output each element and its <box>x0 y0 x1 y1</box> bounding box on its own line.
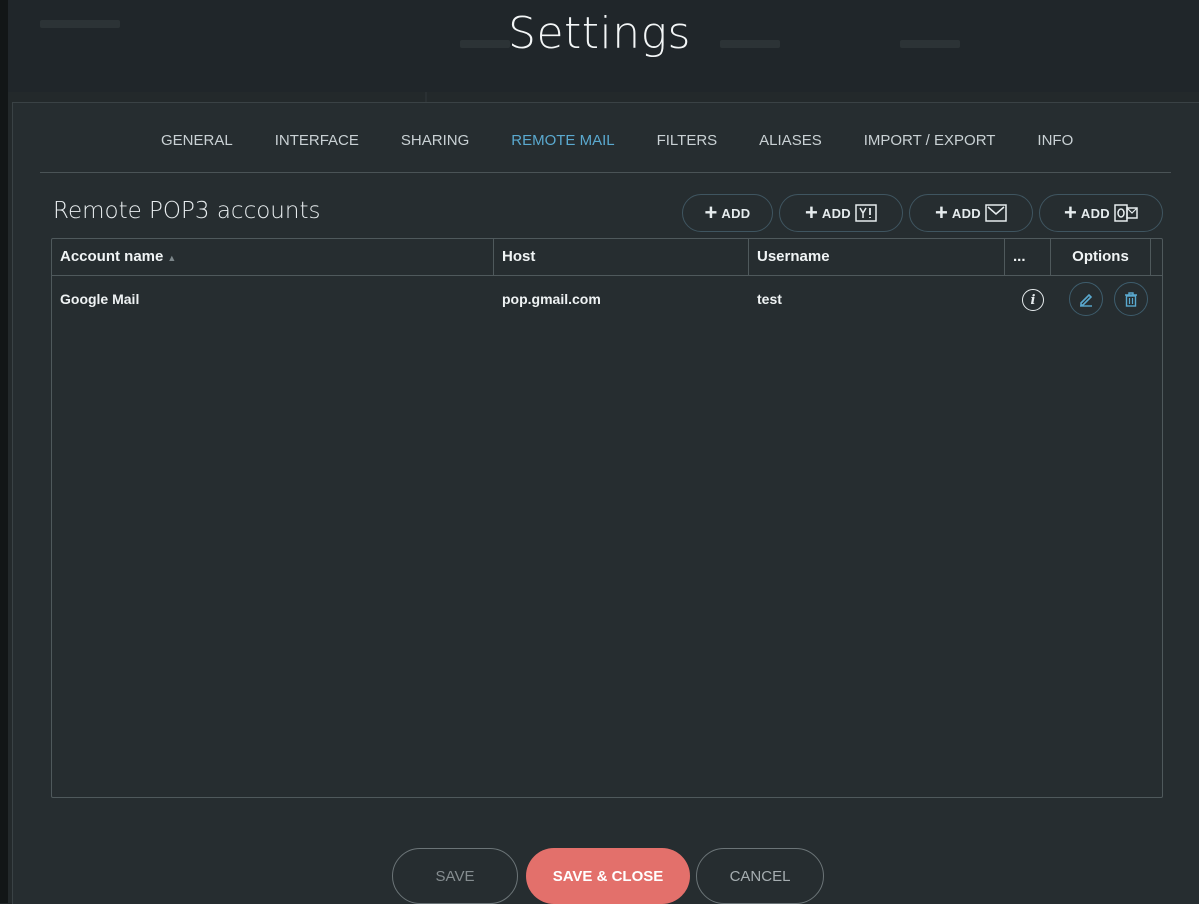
plus-icon: + <box>704 200 718 225</box>
outlook-icon <box>1114 204 1138 222</box>
delete-button[interactable] <box>1114 282 1148 316</box>
tab-sharing[interactable]: SHARING <box>380 132 490 150</box>
yahoo-icon <box>855 204 877 222</box>
host-cell: pop.gmail.com <box>502 291 601 307</box>
trash-icon <box>1125 292 1137 307</box>
column-header-account-name[interactable]: Account name ▲ <box>52 239 494 275</box>
plus-icon: + <box>1064 200 1077 225</box>
tab-info[interactable]: INFO <box>1016 132 1094 150</box>
tab-general[interactable]: GENERAL <box>140 132 254 150</box>
save-button[interactable]: SAVE <box>392 848 518 904</box>
plus-icon: + <box>805 200 818 225</box>
accounts-table: Account name ▲ Host Username ... Options … <box>51 238 1163 798</box>
tab-aliases[interactable]: ALIASES <box>738 132 843 150</box>
sort-ascending-icon: ▲ <box>167 253 177 263</box>
username-cell: test <box>757 291 782 307</box>
account-name-cell: Google Mail <box>60 291 140 307</box>
tab-remote-mail[interactable]: REMOTE MAIL <box>490 132 635 150</box>
add-button-label: ADD <box>821 205 851 221</box>
add-gmail-button[interactable]: + ADD <box>909 194 1033 232</box>
background-left-edge <box>0 0 8 903</box>
save-and-close-button[interactable]: SAVE & CLOSE <box>526 848 690 904</box>
column-header-more[interactable]: ... <box>1005 239 1051 275</box>
add-account-buttons: + ADD + ADD + ADD + ADD <box>682 194 1163 232</box>
column-header-options: Options <box>1051 239 1151 275</box>
info-icon[interactable]: i <box>1022 289 1044 311</box>
tab-filters[interactable]: FILTERS <box>636 132 739 150</box>
edit-button[interactable] <box>1069 282 1103 316</box>
section-title: Remote POP3 accounts <box>53 198 321 224</box>
tab-interface[interactable]: INTERFACE <box>254 132 380 150</box>
table-row[interactable]: Google Mail pop.gmail.com test i <box>52 275 1162 323</box>
gmail-icon <box>985 204 1007 222</box>
pencil-icon <box>1080 293 1093 307</box>
tab-import-export[interactable]: IMPORT / EXPORT <box>843 132 1017 150</box>
modal-title: Settings <box>508 8 691 59</box>
column-header-host[interactable]: Host <box>494 239 749 275</box>
column-label: Account name <box>60 248 164 265</box>
settings-tabs: GENERAL INTERFACE SHARING REMOTE MAIL FI… <box>140 132 1094 150</box>
column-header-username[interactable]: Username <box>749 239 1005 275</box>
add-yahoo-button[interactable]: + ADD <box>779 194 903 232</box>
cancel-button[interactable]: CANCEL <box>696 848 824 904</box>
add-button-label: ADD <box>721 205 751 221</box>
add-pop3-button[interactable]: + ADD <box>682 194 773 232</box>
add-button-label: ADD <box>951 205 981 221</box>
add-button-label: ADD <box>1080 205 1110 221</box>
plus-icon: + <box>935 200 948 225</box>
add-outlook-button[interactable]: + ADD <box>1039 194 1163 232</box>
tabs-divider <box>40 172 1171 173</box>
table-header: Account name ▲ Host Username ... Options <box>52 239 1162 276</box>
